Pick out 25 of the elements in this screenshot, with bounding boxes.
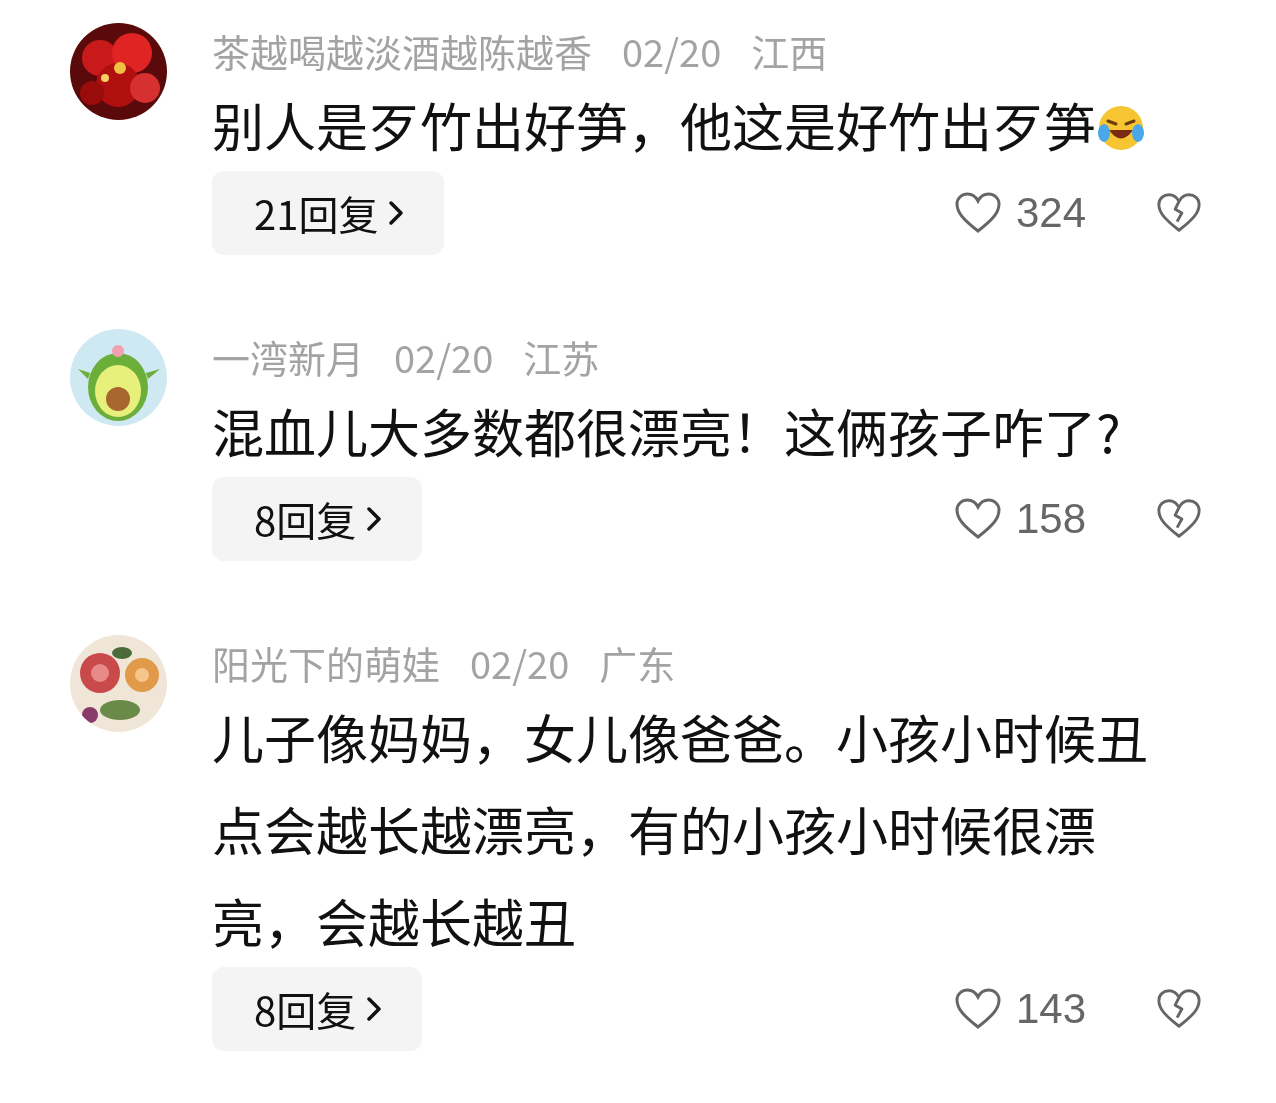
comment-date: 02/20: [394, 329, 494, 385]
comment-location: 广东: [599, 635, 676, 691]
replies-button[interactable]: 8回复: [212, 967, 423, 1051]
heart-icon[interactable]: [954, 191, 1002, 235]
comment-date: 02/20: [470, 635, 570, 691]
like-count: 158: [1016, 495, 1088, 543]
broken-heart-icon[interactable]: [1156, 497, 1202, 541]
laughing-emoji-icon: [1096, 103, 1146, 153]
comment-text: 混血儿大多数都很漂亮！这俩孩子咋了?: [212, 393, 1121, 468]
like-count: 143: [1016, 985, 1088, 1033]
broken-heart-icon[interactable]: [1156, 191, 1202, 235]
like-count: 324: [1016, 189, 1088, 237]
heart-icon[interactable]: [954, 497, 1002, 541]
heart-icon[interactable]: [954, 987, 1002, 1031]
replies-button[interactable]: 8回复: [212, 477, 423, 561]
comment-text: 别人是歹竹出好笋，他这是好竹出歹笋: [212, 87, 1096, 162]
chevron-right-icon: [388, 199, 405, 227]
comment-text: 儿子像妈妈，女儿像爸爸。小孩小时候丑点会越长越漂亮，有的小孩小时候很漂亮，会越长越丑: [212, 699, 1148, 958]
broken-heart-icon[interactable]: [1156, 987, 1202, 1031]
replies-button[interactable]: 21回复: [212, 171, 445, 255]
chevron-right-icon: [366, 995, 383, 1023]
comment-location: 江西: [751, 23, 828, 79]
comment-location: 江苏: [523, 329, 600, 385]
comment-date: 02/20: [622, 23, 722, 79]
chevron-right-icon: [366, 505, 383, 533]
